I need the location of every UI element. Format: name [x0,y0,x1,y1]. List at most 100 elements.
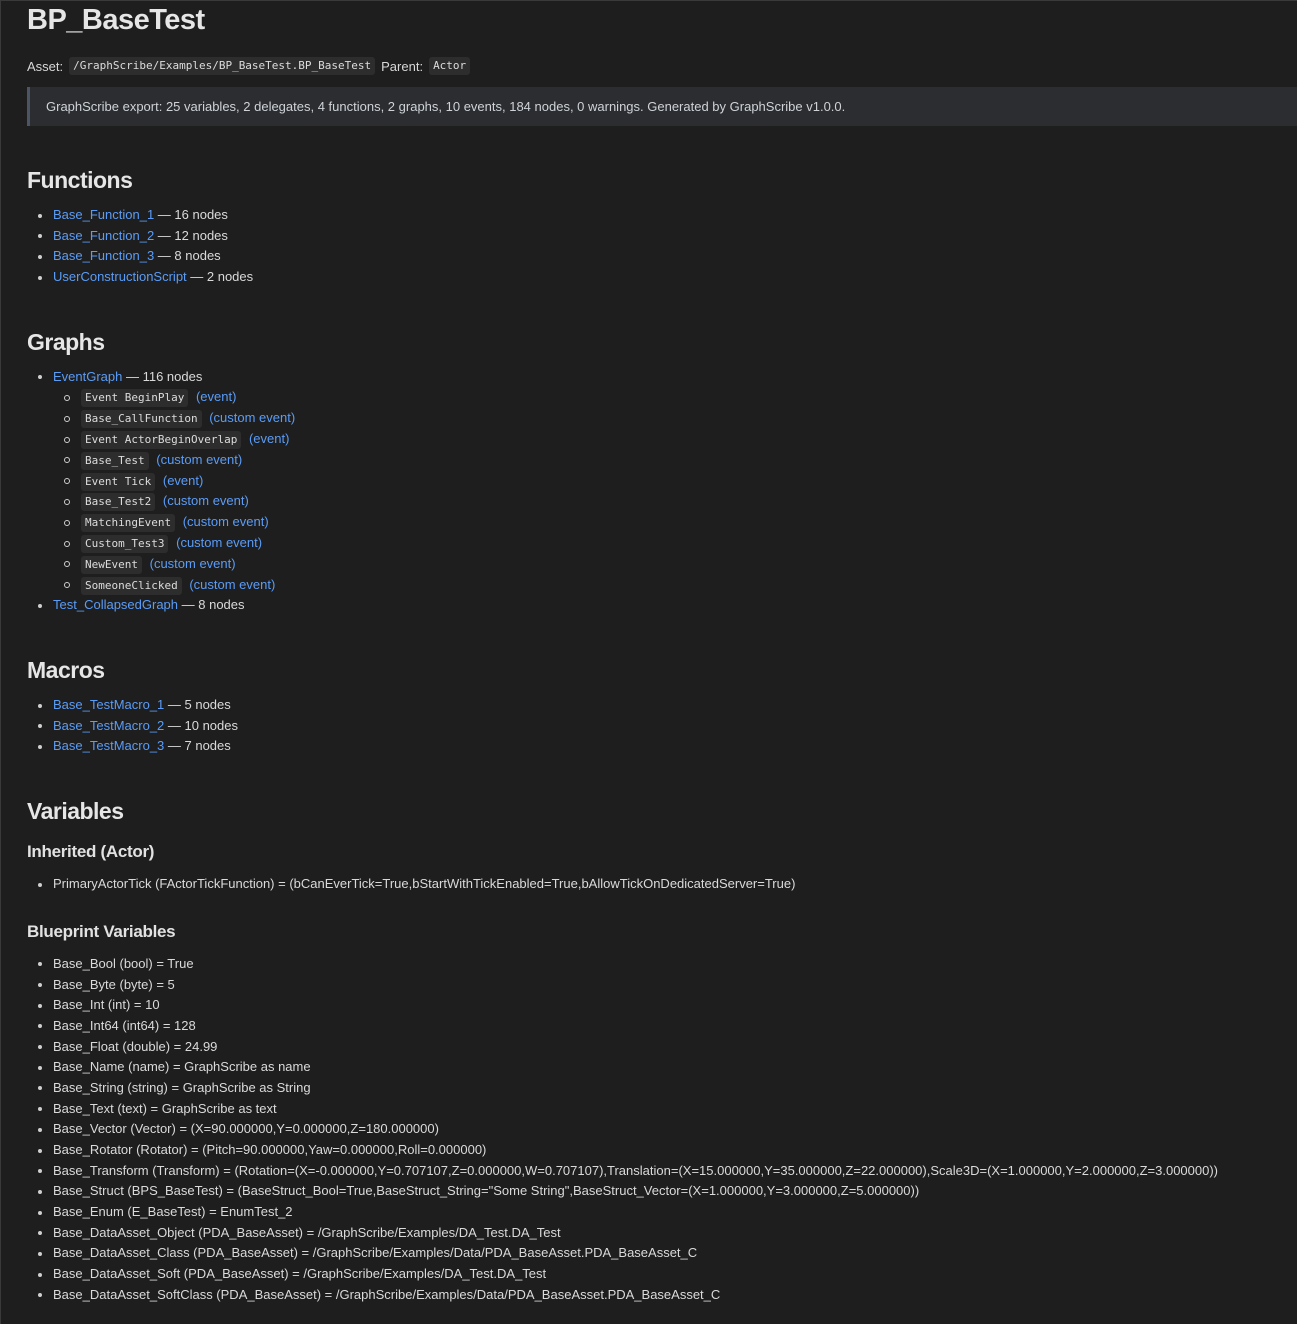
variable-item: Base_DataAsset_Soft (PDA_BaseAsset) = /G… [27,1264,1297,1285]
asset-label: Asset: [27,58,64,74]
variable-item: Base_Bool (bool) = True [27,954,1297,975]
event-item: Event ActorBeginOverlap (event) [27,429,1297,450]
graph-link[interactable]: Test_CollapsedGraph [53,597,178,612]
node-count: — 5 nodes [164,697,231,713]
event-item: MatchingEvent (custom event) [27,512,1297,533]
document: BP_BaseTest Asset: /GraphScribe/Examples… [1,1,1297,1306]
event-kind-link[interactable]: (custom event) [176,535,262,550]
node-count: — 16 nodes [154,207,228,222]
event-kind-link[interactable]: (event) [249,431,289,446]
event-item: NewEvent (custom event) [27,554,1297,575]
list-item: Base_TestMacro_2 — 10 nodes [27,716,1297,737]
event-item: Custom_Test3 (custom event) [27,533,1297,554]
event-name: Event Tick [81,472,156,491]
inherited-heading: Inherited (Actor) [27,842,155,862]
event-item: Event BeginPlay (event) [27,387,1297,408]
list-item: Test_CollapsedGraph — 8 nodes [27,595,1297,616]
variable-item: Base_Float (double) = 24.99 [27,1037,1297,1058]
event-item: Base_Test2 (custom event) [27,491,1297,512]
function-link[interactable]: Base_Function_2 [53,228,154,243]
event-kind-link[interactable]: (event) [163,473,203,488]
node-count: — 7 nodes [164,738,231,754]
node-count: — 8 nodes [154,248,221,264]
function-link[interactable]: Base_Function_3 [53,248,154,263]
list-item: Base_Function_2 — 12 nodes [27,226,1297,247]
variable-item: Base_Byte (byte) = 5 [27,975,1297,996]
functions-heading: Functions [27,167,133,193]
variables-section: Variables Inherited (Actor) PrimaryActor… [27,797,1297,1305]
graphs-list: EventGraph — 116 nodes [27,367,1297,388]
node-count: — 8 nodes [178,597,245,613]
variable-item: Base_DataAsset_Object (PDA_BaseAsset) = … [27,1223,1297,1244]
variable-item: Base_Text (text) = GraphScribe as text [27,1099,1297,1120]
export-summary-text: GraphScribe export: 25 variables, 2 dele… [46,99,846,114]
variable-item: Base_DataAsset_Class (PDA_BaseAsset) = /… [27,1243,1297,1264]
graphs-list-tail: Test_CollapsedGraph — 8 nodes [27,595,1297,616]
variable-item: Base_Name (name) = GraphScribe as name [27,1057,1297,1078]
inherited-variables-list: PrimaryActorTick (FActorTickFunction) = … [27,874,1297,895]
event-kind-link[interactable]: (custom event) [150,556,236,571]
list-item: Base_TestMacro_1 — 5 nodes [27,695,1297,716]
variable-item: Base_Int64 (int64) = 128 [27,1016,1297,1037]
function-link[interactable]: UserConstructionScript [53,269,187,284]
event-name: Event ActorBeginOverlap [81,431,242,450]
parent-class: Actor [429,57,471,75]
event-name: Event BeginPlay [81,389,189,408]
event-kind-link[interactable]: (custom event) [189,577,275,592]
event-item: Base_Test (custom event) [27,450,1297,471]
event-name: Custom_Test3 [81,535,169,554]
variable-item: Base_Transform (Transform) = (Rotation=(… [27,1161,1297,1182]
macro-link[interactable]: Base_TestMacro_2 [53,718,164,733]
variable-item: Base_Int (int) = 10 [27,995,1297,1016]
list-item: Base_Function_3 — 8 nodes [27,246,1297,267]
page-title: BP_BaseTest [27,4,205,36]
asset-meta: Asset: /GraphScribe/Examples/BP_BaseTest… [27,56,1297,76]
variable-item: PrimaryActorTick (FActorTickFunction) = … [27,874,1297,895]
asset-path: /GraphScribe/Examples/BP_BaseTest.BP_Bas… [69,57,376,75]
macros-list: Base_TestMacro_1 — 5 nodes Base_TestMacr… [27,695,1297,757]
node-count: — 2 nodes [186,269,254,285]
graph-link[interactable]: EventGraph [53,369,122,384]
event-name: SomeoneClicked [81,576,182,595]
event-kind-link[interactable]: (custom event) [209,410,295,425]
parent-label: Parent: [381,58,424,74]
export-summary: GraphScribe export: 25 variables, 2 dele… [27,87,1297,126]
macro-link[interactable]: Base_TestMacro_1 [53,697,164,712]
node-count: — 10 nodes [164,717,238,733]
function-link[interactable]: Base_Function_1 [53,207,154,222]
variable-item: Base_Rotator (Rotator) = (Pitch=90.00000… [27,1140,1297,1161]
variable-item: Base_String (string) = GraphScribe as St… [27,1078,1297,1099]
blueprint-variables-heading: Blueprint Variables [27,921,176,941]
event-name: Base_Test2 [81,493,156,512]
node-count: — 116 nodes [122,368,203,384]
event-kind-link[interactable]: (custom event) [163,493,249,508]
macros-section: Macros Base_TestMacro_1 — 5 nodes Base_T… [27,656,1297,757]
functions-list: Base_Function_1 — 16 nodes Base_Function… [27,205,1297,288]
event-name: NewEvent [81,555,142,574]
graphs-heading: Graphs [27,328,105,355]
event-kind-link[interactable]: (custom event) [156,452,242,467]
list-item: Base_TestMacro_3 — 7 nodes [27,736,1297,757]
events-list: Event BeginPlay (event) Base_CallFunctio… [27,387,1297,595]
event-name: Base_Test [81,451,149,470]
event-item: Base_CallFunction (custom event) [27,408,1297,429]
list-item: Base_Function_1 — 16 nodes [27,205,1297,226]
list-item: UserConstructionScript — 2 nodes [27,267,1297,288]
event-kind-link[interactable]: (custom event) [183,514,269,529]
variable-item: Base_Enum (E_BaseTest) = EnumTest_2 [27,1202,1297,1223]
functions-section: Functions Base_Function_1 — 16 nodes Bas… [27,166,1297,288]
blueprint-variables-list: Base_Bool (bool) = True Base_Byte (byte)… [27,954,1297,1306]
event-item: Event Tick (event) [27,471,1297,492]
macro-link[interactable]: Base_TestMacro_3 [53,738,164,753]
event-name: Base_CallFunction [81,410,202,429]
variable-item: Base_DataAsset_SoftClass (PDA_BaseAsset)… [27,1285,1297,1306]
event-name: MatchingEvent [81,514,176,533]
variables-heading: Variables [27,798,124,825]
event-kind-link[interactable]: (event) [196,389,236,404]
list-item: EventGraph — 116 nodes [27,367,1297,388]
node-count: — 12 nodes [154,227,228,243]
macros-heading: Macros [27,657,105,684]
variable-item: Base_Vector (Vector) = (X=90.000000,Y=0.… [27,1119,1297,1140]
variable-item: Base_Struct (BPS_BaseTest) = (BaseStruct… [27,1181,1297,1202]
event-item: SomeoneClicked (custom event) [27,575,1297,596]
